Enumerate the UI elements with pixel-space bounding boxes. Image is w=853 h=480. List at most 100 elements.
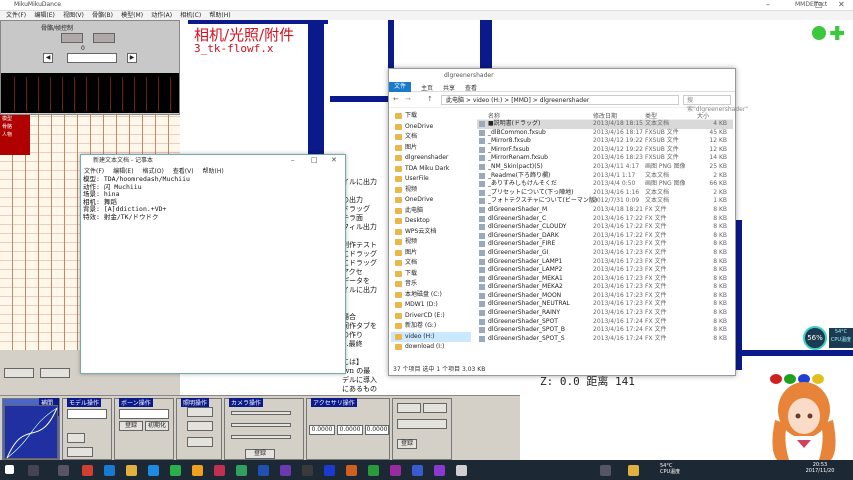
interp-curve-graph[interactable] xyxy=(4,405,58,459)
explorer-taskbar-icon[interactable] xyxy=(628,465,639,476)
notepad-menu-file[interactable]: 文件(F) xyxy=(84,168,104,175)
premiere-icon[interactable] xyxy=(390,465,401,476)
app-icon-3[interactable] xyxy=(214,465,225,476)
file-row[interactable]: dlGreenerShader_C 2013/4/16 17:22 FX 文件 8 K… xyxy=(477,215,733,224)
nav-item[interactable]: 文档 xyxy=(391,132,471,143)
file-row[interactable]: _Readme(下ろ飾り欄) 2013/4/1 1:17 文本文档 2 KB xyxy=(477,172,733,181)
nav-item[interactable]: MDW1 (D:) xyxy=(391,300,471,311)
notepad-close[interactable]: ✕ xyxy=(331,155,337,166)
bone-register-button[interactable]: 登録 xyxy=(119,421,143,431)
nav-item[interactable]: 新加卷 (G:) xyxy=(391,321,471,332)
next-frame-button[interactable]: ▶ xyxy=(127,53,137,63)
address-bar[interactable]: 此电脑 > video (H:) > [MMD] > dlgreenershad… xyxy=(441,95,679,105)
menu-model[interactable]: 模型(M) xyxy=(121,11,143,20)
nav-item[interactable]: DriverCD (E:) xyxy=(391,311,471,322)
app-icon-11[interactable] xyxy=(600,465,611,476)
col-type[interactable]: 类型 xyxy=(645,111,657,120)
light-button-a[interactable] xyxy=(187,407,213,417)
view-front-button[interactable] xyxy=(397,403,421,413)
menu-edit[interactable]: 编辑(E) xyxy=(34,11,54,20)
ribbon-view-tab[interactable]: 查看 xyxy=(465,83,477,92)
nav-item[interactable]: WPS云文档 xyxy=(391,227,471,238)
app-icon-1[interactable] xyxy=(82,465,93,476)
photoshop-icon[interactable] xyxy=(324,465,335,476)
maximize-button[interactable]: □ xyxy=(815,0,823,9)
light-button-b[interactable] xyxy=(187,421,213,431)
up-arrow-icon[interactable]: ↑ xyxy=(427,95,433,103)
file-row[interactable]: dlGreenerShader_MEKA1 2013/4/16 17:23 FX 文… xyxy=(477,275,733,284)
illustrator-icon[interactable] xyxy=(346,465,357,476)
notepad-text[interactable]: 模型: TDA/hoomredash/Muchiiu 动作: 闪 Muchiiu… xyxy=(83,175,190,221)
col-size[interactable]: 大小 xyxy=(697,111,709,120)
file-row[interactable]: dlGreenerShader_NEUTRAL 2013/4/16 17:23 FX… xyxy=(477,300,733,309)
minimize-button[interactable]: – xyxy=(766,0,770,9)
timeline-button-a[interactable] xyxy=(40,368,70,378)
notepad-menu-view[interactable]: 查看(V) xyxy=(173,168,194,175)
file-row[interactable]: dlGreenerShader_LAMP1 2013/4/16 17:23 FX 文… xyxy=(477,258,733,267)
timeline-select[interactable] xyxy=(4,368,34,378)
folder-icon[interactable] xyxy=(126,465,137,476)
app-icon-5[interactable] xyxy=(258,465,269,476)
nav-item[interactable]: download (I:) xyxy=(391,342,471,353)
nav-item[interactable]: 文档 xyxy=(391,258,471,269)
file-row[interactable]: dlGreenerShader_MOON 2013/4/16 17:23 FX 文件… xyxy=(477,292,733,301)
model-button-a[interactable] xyxy=(67,433,85,443)
file-row[interactable]: _ありすみしもけんそくだ 2013/4/4 0:50 画图 PNG 图像 66 KB xyxy=(477,180,733,189)
frame-input[interactable] xyxy=(67,53,117,63)
file-row[interactable]: dlGreenerShader_CLOUDY 2013/4/16 17:22 FX … xyxy=(477,223,733,232)
ribbon-share-tab[interactable]: 共享 xyxy=(443,83,455,92)
file-row[interactable]: dlGreenerShader_SPOT 2013/4/16 17:24 FX 文件… xyxy=(477,318,733,327)
nav-item[interactable]: 音乐 xyxy=(391,279,471,290)
acc-x-field[interactable]: 0.0000 xyxy=(309,425,335,435)
file-row[interactable]: dlGreenerShader_DARK 2013/4/16 17:22 FX 文件… xyxy=(477,232,733,241)
file-row[interactable]: dlGreenerShader_GI 2013/4/16 17:23 FX 文件 8 … xyxy=(477,249,733,258)
app-icon-2[interactable] xyxy=(170,465,181,476)
nav-item[interactable]: 视频 xyxy=(391,185,471,196)
file-row[interactable]: _フォトテクスチャについて(ビーマン版) 2012/7/31 0:09 文本文档 1 … xyxy=(477,197,733,206)
notepad-menu-help[interactable]: 帮助(H) xyxy=(203,168,224,175)
store-icon[interactable] xyxy=(148,465,159,476)
notepad-menu-edit[interactable]: 编辑(E) xyxy=(113,168,133,175)
nav-item[interactable]: Desktop xyxy=(391,216,471,227)
search-input[interactable]: 搜索"dlgreenershader" xyxy=(683,95,748,113)
close-button[interactable]: ✕ xyxy=(838,0,845,9)
menu-bone[interactable]: 骨骼(B) xyxy=(92,11,113,20)
file-row[interactable]: dlGreenerShader_SPOT_B 2013/4/16 17:24 FX … xyxy=(477,326,733,335)
file-row[interactable]: dlGreenerShader_M 2013/4/18 18:21 FX 文件 8 K… xyxy=(477,206,733,215)
taskview-icon[interactable] xyxy=(58,465,69,476)
app-icon-9[interactable] xyxy=(412,465,423,476)
nav-item[interactable]: TDA Miku Dark xyxy=(391,164,471,175)
notepad-maximize[interactable]: □ xyxy=(311,155,318,166)
after-effects-icon[interactable] xyxy=(434,465,445,476)
app-icon-4[interactable] xyxy=(236,465,247,476)
view-select[interactable] xyxy=(397,419,447,429)
start-icon[interactable] xyxy=(5,465,14,474)
file-row[interactable]: _Mirror8.fxsub 2013/4/12 19:22 FXSUB 文件 12 … xyxy=(477,137,733,146)
menu-help[interactable]: 帮助(H) xyxy=(209,11,230,20)
nav-item[interactable]: 此电脑 xyxy=(391,206,471,217)
prev-frame-button[interactable]: ◀ xyxy=(43,53,53,63)
col-name[interactable]: 名称 xyxy=(488,111,500,120)
nav-item[interactable]: 下载 xyxy=(391,111,471,122)
nav-item[interactable]: OneDrive xyxy=(391,195,471,206)
file-row[interactable]: _dlBCommon.fxsub 2013/4/16 18:17 FXSUB 文件 4… xyxy=(477,129,733,138)
file-row[interactable]: _MirrorRenam.fxsub 2013/4/16 18:23 FXSUB 文… xyxy=(477,154,733,163)
notepad-menu-format[interactable]: 格式(O) xyxy=(142,168,163,175)
bone-reset-button[interactable]: 初期化 xyxy=(145,421,169,431)
file-row[interactable]: _MirrorF.fxsub 2013/4/12 19:22 FXSUB 文件 12 … xyxy=(477,146,733,155)
nav-item[interactable]: video (H:) xyxy=(391,331,471,342)
camera-slider-3[interactable] xyxy=(231,435,291,439)
app-icon-10[interactable] xyxy=(456,465,467,476)
search-icon[interactable] xyxy=(28,465,39,476)
edge-icon[interactable] xyxy=(104,465,115,476)
col-date[interactable]: 修改日期 xyxy=(593,111,617,120)
camera-slider-2[interactable] xyxy=(231,423,291,427)
acc-y-field[interactable]: 0.0000 xyxy=(337,425,363,435)
nav-item[interactable]: 下载 xyxy=(391,269,471,280)
app-icon-8[interactable] xyxy=(368,465,379,476)
nav-item[interactable]: OneDrive xyxy=(391,122,471,133)
nav-item[interactable]: 图片 xyxy=(391,248,471,259)
model-select[interactable] xyxy=(67,409,107,419)
file-row[interactable]: ■説明書(ドラッグ) 2013/4/18 18:15 文本文档 4 KB xyxy=(477,120,733,129)
file-row[interactable]: dlGreenerShader_SPOT_S 2013/4/16 17:24 FX … xyxy=(477,335,733,344)
